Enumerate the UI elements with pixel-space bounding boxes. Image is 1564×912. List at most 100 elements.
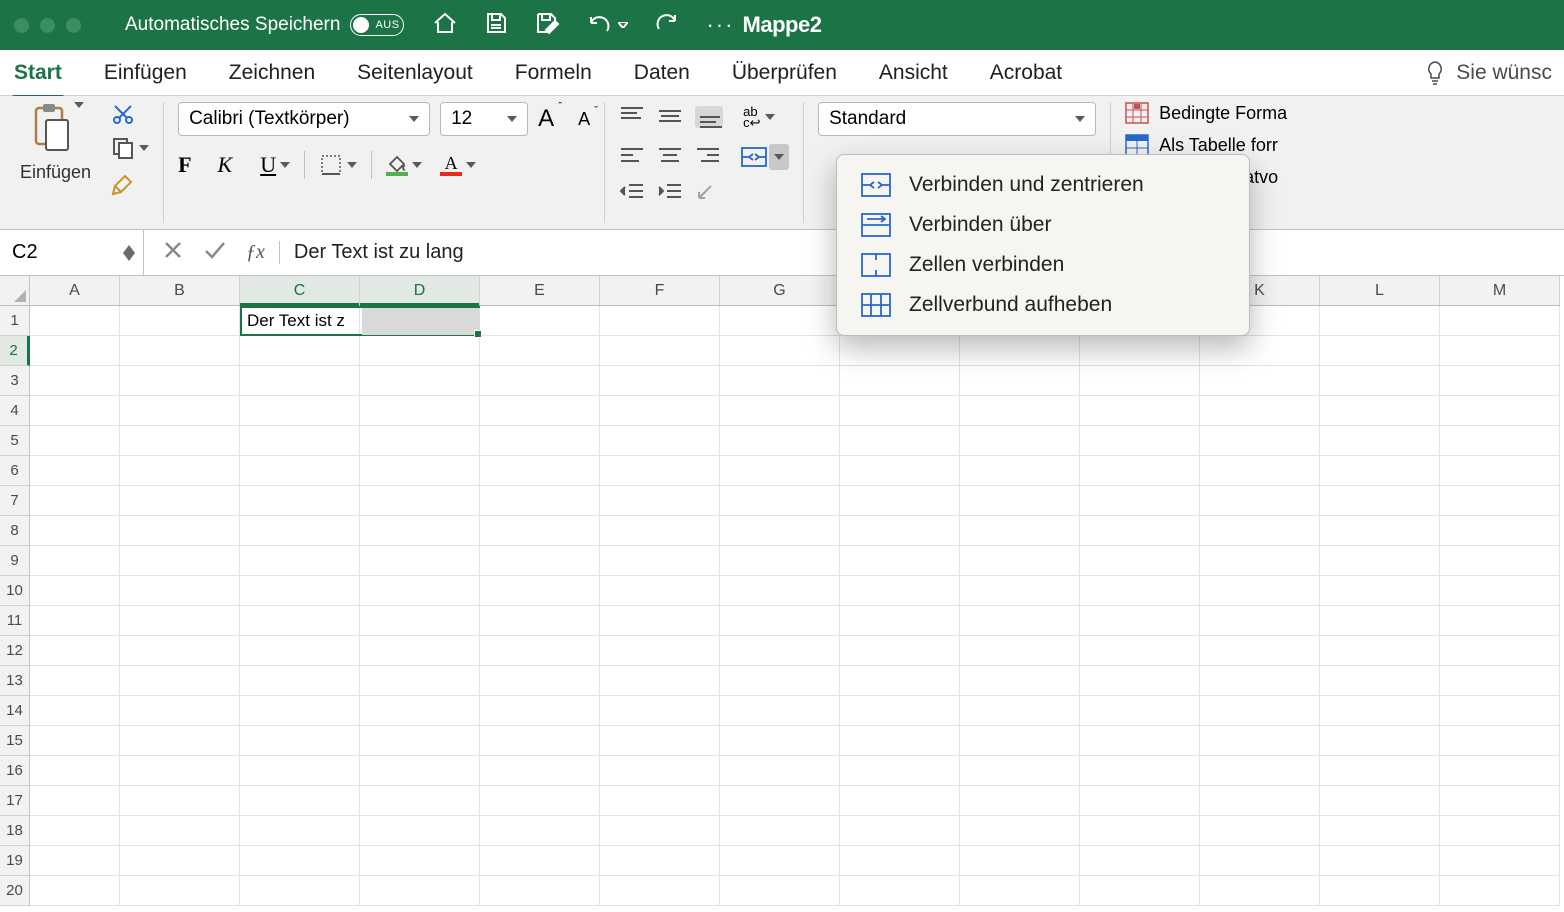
copy-button[interactable]: [111, 136, 149, 160]
number-format-select[interactable]: Standard: [818, 102, 1096, 136]
column-header-D[interactable]: D: [360, 276, 480, 305]
cell-J12[interactable]: [1080, 636, 1200, 666]
cell-L16[interactable]: [1320, 756, 1440, 786]
cell-I2[interactable]: [960, 336, 1080, 366]
cell-E9[interactable]: [480, 546, 600, 576]
cell-H14[interactable]: [840, 696, 960, 726]
row-header-11[interactable]: 11: [0, 606, 30, 636]
cell-F14[interactable]: [600, 696, 720, 726]
cell-J4[interactable]: [1080, 396, 1200, 426]
cell-I6[interactable]: [960, 456, 1080, 486]
undo-button[interactable]: [586, 13, 628, 37]
cell-E7[interactable]: [480, 486, 600, 516]
select-all-corner[interactable]: [0, 276, 30, 306]
row-header-19[interactable]: 19: [0, 846, 30, 876]
align-top-button[interactable]: [619, 106, 647, 128]
cell-C13[interactable]: [240, 666, 360, 696]
cell-C20[interactable]: [240, 876, 360, 906]
cell-C3[interactable]: [240, 366, 360, 396]
cell-I20[interactable]: [960, 876, 1080, 906]
conditional-formatting-button[interactable]: Bedingte Forma: [1125, 102, 1287, 124]
cell-C9[interactable]: [240, 546, 360, 576]
cell-C18[interactable]: [240, 816, 360, 846]
column-header-M[interactable]: M: [1440, 276, 1560, 305]
cell-K18[interactable]: [1200, 816, 1320, 846]
cancel-edit-icon[interactable]: [164, 241, 182, 265]
cell-M10[interactable]: [1440, 576, 1560, 606]
cell-F13[interactable]: [600, 666, 720, 696]
cell-A13[interactable]: [30, 666, 120, 696]
cell-G3[interactable]: [720, 366, 840, 396]
cell-B7[interactable]: [120, 486, 240, 516]
cell-K14[interactable]: [1200, 696, 1320, 726]
cell-J13[interactable]: [1080, 666, 1200, 696]
cell-C11[interactable]: [240, 606, 360, 636]
minimize-window-dot[interactable]: [40, 18, 55, 33]
cell-K11[interactable]: [1200, 606, 1320, 636]
cell-B20[interactable]: [120, 876, 240, 906]
cell-B3[interactable]: [120, 366, 240, 396]
cell-L4[interactable]: [1320, 396, 1440, 426]
tab-insert[interactable]: Einfügen: [102, 55, 189, 91]
cell-L3[interactable]: [1320, 366, 1440, 396]
cell-C6[interactable]: [240, 456, 360, 486]
cell-E12[interactable]: [480, 636, 600, 666]
font-size-select[interactable]: 12: [440, 102, 528, 136]
cell-I16[interactable]: [960, 756, 1080, 786]
paste-button[interactable]: [28, 102, 84, 154]
cut-button[interactable]: [111, 102, 149, 126]
cell-K16[interactable]: [1200, 756, 1320, 786]
cell-M1[interactable]: [1440, 306, 1560, 336]
save-edit-icon[interactable]: [534, 11, 560, 40]
cell-D3[interactable]: [360, 366, 480, 396]
cell-B8[interactable]: [120, 516, 240, 546]
cell-A18[interactable]: [30, 816, 120, 846]
cell-J5[interactable]: [1080, 426, 1200, 456]
row-header-15[interactable]: 15: [0, 726, 30, 756]
cell-B10[interactable]: [120, 576, 240, 606]
row-header-14[interactable]: 14: [0, 696, 30, 726]
cell-F15[interactable]: [600, 726, 720, 756]
cell-G14[interactable]: [720, 696, 840, 726]
cell-L5[interactable]: [1320, 426, 1440, 456]
name-box-stepper[interactable]: [123, 245, 135, 261]
cell-H16[interactable]: [840, 756, 960, 786]
cell-M12[interactable]: [1440, 636, 1560, 666]
cell-H17[interactable]: [840, 786, 960, 816]
cell-A14[interactable]: [30, 696, 120, 726]
underline-button[interactable]: U: [256, 148, 294, 182]
cell-E2[interactable]: [480, 336, 600, 366]
row-header-9[interactable]: 9: [0, 546, 30, 576]
cell-J8[interactable]: [1080, 516, 1200, 546]
cell-H2[interactable]: [840, 336, 960, 366]
cell-A15[interactable]: [30, 726, 120, 756]
cell-F2[interactable]: [600, 336, 720, 366]
orientation-button[interactable]: [695, 182, 723, 204]
decrease-indent-button[interactable]: [619, 182, 647, 204]
cell-B5[interactable]: [120, 426, 240, 456]
cell-E18[interactable]: [480, 816, 600, 846]
cell-H19[interactable]: [840, 846, 960, 876]
cell-B14[interactable]: [120, 696, 240, 726]
cell-I7[interactable]: [960, 486, 1080, 516]
cell-L1[interactable]: [1320, 306, 1440, 336]
tellme-search[interactable]: Sie wünsc: [1424, 60, 1552, 86]
cell-A7[interactable]: [30, 486, 120, 516]
spreadsheet-grid[interactable]: ABCDEFGHIJKLM 12345678910111213141516171…: [0, 276, 1564, 912]
format-as-table-button[interactable]: Als Tabelle forr: [1125, 134, 1287, 156]
cell-A11[interactable]: [30, 606, 120, 636]
cell-F1[interactable]: [600, 306, 720, 336]
menu-merge-across[interactable]: Verbinden über: [837, 205, 1249, 245]
font-color-button[interactable]: A: [436, 150, 480, 180]
cell-B12[interactable]: [120, 636, 240, 666]
cell-B17[interactable]: [120, 786, 240, 816]
row-header-16[interactable]: 16: [0, 756, 30, 786]
cell-C17[interactable]: [240, 786, 360, 816]
cell-J6[interactable]: [1080, 456, 1200, 486]
cell-I10[interactable]: [960, 576, 1080, 606]
name-box[interactable]: C2: [0, 230, 144, 275]
cell-J16[interactable]: [1080, 756, 1200, 786]
cell-D2[interactable]: [360, 336, 480, 366]
shrink-font-button[interactable]: Aˇ: [578, 109, 590, 130]
cell-J14[interactable]: [1080, 696, 1200, 726]
